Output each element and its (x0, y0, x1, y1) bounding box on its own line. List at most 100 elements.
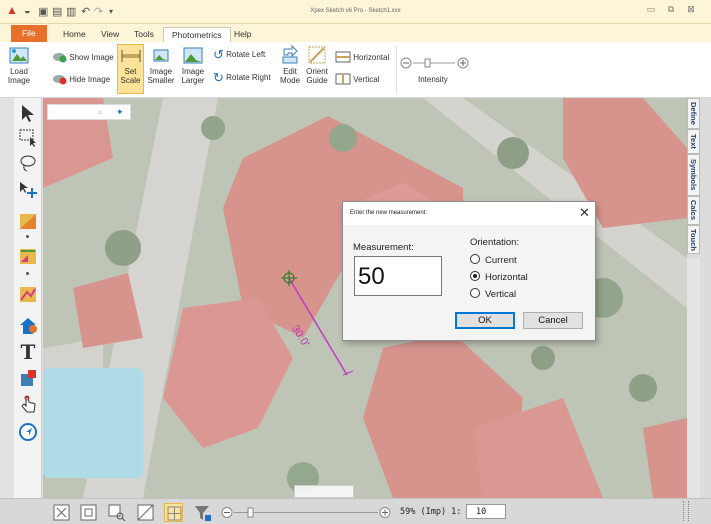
edit-mode-button[interactable]: Edit Mode (278, 45, 302, 85)
vertical-scrollbar[interactable] (687, 258, 700, 498)
tab-define[interactable]: Define (687, 98, 700, 129)
house-label-icon[interactable] (18, 316, 38, 336)
tab-help[interactable]: Help (226, 27, 259, 42)
tab-file[interactable]: File (11, 25, 47, 42)
rotate-right-button[interactable]: ↻ Rotate Right (213, 71, 271, 84)
locate-icon[interactable]: ✦ (116, 107, 124, 118)
measurement-label: Measurement: (353, 242, 414, 253)
scale-input[interactable]: 10 (466, 504, 506, 519)
radio-button-selected[interactable] (470, 271, 480, 281)
filter-icon[interactable] (193, 503, 212, 522)
lasso-select-icon[interactable] (18, 153, 38, 173)
move-icon[interactable] (18, 180, 38, 200)
grid-view-icon[interactable] (136, 503, 155, 522)
load-image-label: Load Image (7, 67, 31, 85)
ribbon: Load Image Show Image Hide Image Set Sca… (0, 42, 711, 98)
left-toolbar: T (14, 98, 42, 498)
radio-vertical[interactable]: Vertical (470, 288, 516, 300)
navigate-icon[interactable] (18, 422, 38, 442)
side-panel-tabs: Define Text Symbols Calcs Touch (687, 98, 700, 258)
rotate-right-label: Rotate Right (226, 73, 271, 82)
show-image-button[interactable]: Show Image (53, 51, 114, 63)
right-margin (700, 98, 711, 498)
symbol-tool-icon[interactable] (18, 368, 38, 388)
window-title: Xpex Sketch v6 Pro - Sketch1.xxx (310, 8, 401, 14)
touch-pan-icon[interactable] (18, 394, 38, 414)
close-window-icon[interactable]: ⊠ (684, 4, 698, 18)
orient-guide-icon (308, 46, 326, 64)
tab-text[interactable]: Text (687, 129, 700, 154)
minimize-icon[interactable]: ▭ (644, 4, 658, 18)
tab-calcs[interactable]: Calcs (687, 196, 700, 225)
search-icon[interactable]: ⌕ (98, 108, 102, 118)
image-smaller-label: Image Smaller (147, 67, 175, 85)
draw-polygon-icon[interactable] (18, 284, 38, 304)
hide-image-label: Hide Image (69, 75, 111, 84)
zoom-fit-icon[interactable] (52, 503, 71, 522)
ribbon-separator (396, 46, 397, 94)
set-scale-button[interactable]: Set Scale (117, 44, 144, 94)
left-margin (0, 98, 14, 524)
rotate-left-label: Rotate Left (226, 50, 266, 59)
resize-grip[interactable] (683, 501, 689, 521)
image-larger-icon (183, 47, 203, 64)
dialog-header: Enter the new measurement: ✕ (343, 202, 595, 225)
image-larger-button[interactable]: Image Larger (180, 45, 206, 85)
ok-button[interactable]: OK (455, 312, 515, 329)
radio-current[interactable]: Current (470, 254, 517, 266)
set-scale-label: Set Scale (120, 67, 141, 85)
zoom-slider[interactable] (220, 506, 395, 519)
radio-label: Horizontal (485, 272, 528, 283)
radio-label: Current (485, 255, 517, 266)
status-bar: 59% (Imp) 1: 10 (0, 498, 711, 524)
orient-guide-button[interactable]: Orient Guide (304, 45, 330, 85)
tab-view[interactable]: View (93, 27, 127, 42)
hide-image-icon (53, 75, 67, 85)
radio-label: Vertical (485, 289, 517, 300)
tab-touch[interactable]: Touch (687, 225, 700, 254)
tab-home[interactable]: Home (55, 27, 94, 42)
radio-horizontal[interactable]: Horizontal (470, 271, 528, 283)
vertical-guide-button[interactable]: Vertical (335, 73, 379, 85)
map-search-box[interactable]: ⌕ ✦ (47, 104, 131, 120)
snap-grid-icon[interactable] (164, 503, 183, 522)
horizontal-guide-button[interactable]: Horizontal (335, 51, 389, 63)
tab-photometrics[interactable]: Photometrics (163, 27, 231, 42)
cancel-button[interactable]: Cancel (523, 312, 583, 329)
map-attribution (294, 485, 354, 498)
image-smaller-icon (153, 49, 169, 62)
tab-symbols[interactable]: Symbols (687, 154, 700, 196)
rotate-left-icon: ↺ (213, 47, 224, 62)
select-box-icon[interactable] (18, 127, 38, 147)
intensity-label: Intensity (418, 75, 448, 84)
close-icon[interactable]: ✕ (579, 205, 590, 221)
zoom-extents-icon[interactable] (79, 503, 98, 522)
hide-image-button[interactable]: Hide Image (53, 73, 110, 85)
set-scale-icon (121, 50, 140, 62)
horizontal-guide-icon (335, 51, 351, 63)
draw-area-icon[interactable] (18, 211, 38, 231)
text-tool-icon[interactable]: T (18, 341, 38, 363)
menu-tabs: File Home View Tools Photometrics Help (0, 24, 711, 42)
show-image-icon (53, 53, 67, 63)
restore-icon[interactable]: ⧉ (664, 4, 678, 18)
vertical-guide-icon (335, 73, 351, 85)
measurement-dialog: Enter the new measurement: ✕ Measurement… (342, 201, 596, 341)
separator-dot (26, 272, 29, 275)
radio-button[interactable] (470, 288, 480, 298)
edit-mode-icon (282, 45, 298, 64)
image-smaller-button[interactable]: Image Smaller (147, 45, 175, 85)
separator-dot (26, 235, 29, 238)
zoom-readout: 59% (Imp) 1: (400, 507, 462, 517)
radio-button[interactable] (470, 254, 480, 264)
load-image-button[interactable]: Load Image (3, 45, 35, 85)
measurement-input[interactable] (354, 256, 442, 296)
rotate-left-button[interactable]: ↺ Rotate Left (213, 47, 266, 62)
draw-line-icon[interactable] (18, 246, 38, 266)
intensity-slider[interactable] (399, 56, 471, 70)
tab-tools[interactable]: Tools (126, 27, 162, 42)
vertical-guide-label: Vertical (353, 75, 380, 84)
show-image-label: Show Image (69, 53, 114, 62)
zoom-window-icon[interactable] (107, 503, 126, 522)
select-arrow-icon[interactable] (18, 103, 38, 123)
